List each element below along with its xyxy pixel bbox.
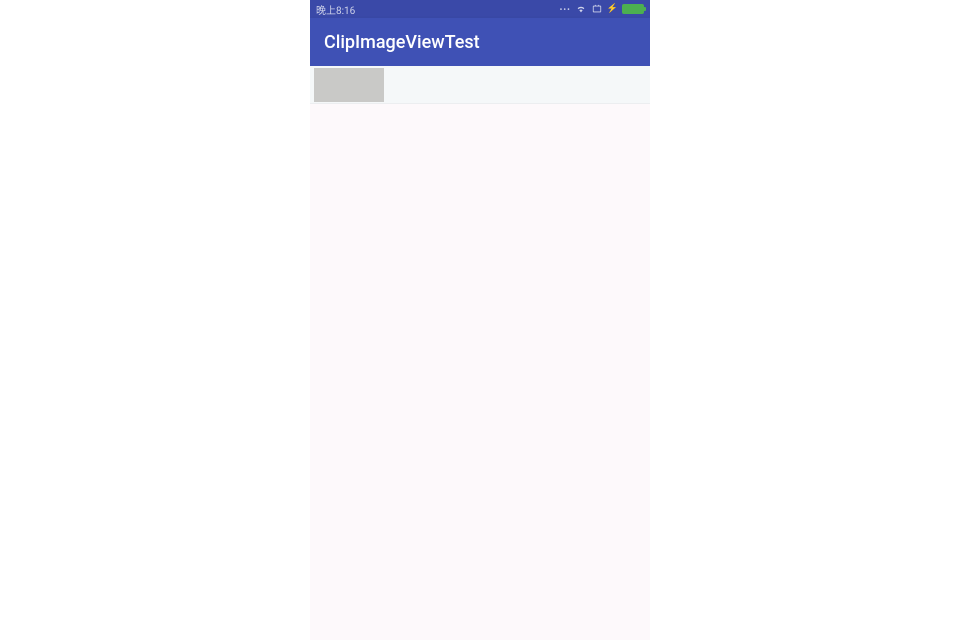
charging-icon: ⚡ (607, 4, 618, 14)
app-title: ClipImageViewTest (324, 32, 480, 53)
more-dots-icon: ••• (560, 5, 571, 14)
screenshot-icon (591, 4, 603, 14)
phone-screen: 晚上8:16 ••• ⚡ ClipImageViewTest (310, 0, 650, 640)
app-bar: ClipImageViewTest (310, 18, 650, 66)
battery-icon (622, 4, 644, 14)
status-bar: 晚上8:16 ••• ⚡ (310, 0, 650, 18)
content-area[interactable] (310, 104, 650, 640)
thumbnail-placeholder[interactable] (314, 68, 384, 102)
status-bar-left: 晚上8:16 (316, 2, 355, 17)
status-bar-right: ••• ⚡ (560, 4, 644, 14)
toolbar-strip (310, 66, 650, 104)
wifi-icon (575, 4, 587, 14)
status-time: 晚上8:16 (316, 2, 355, 17)
